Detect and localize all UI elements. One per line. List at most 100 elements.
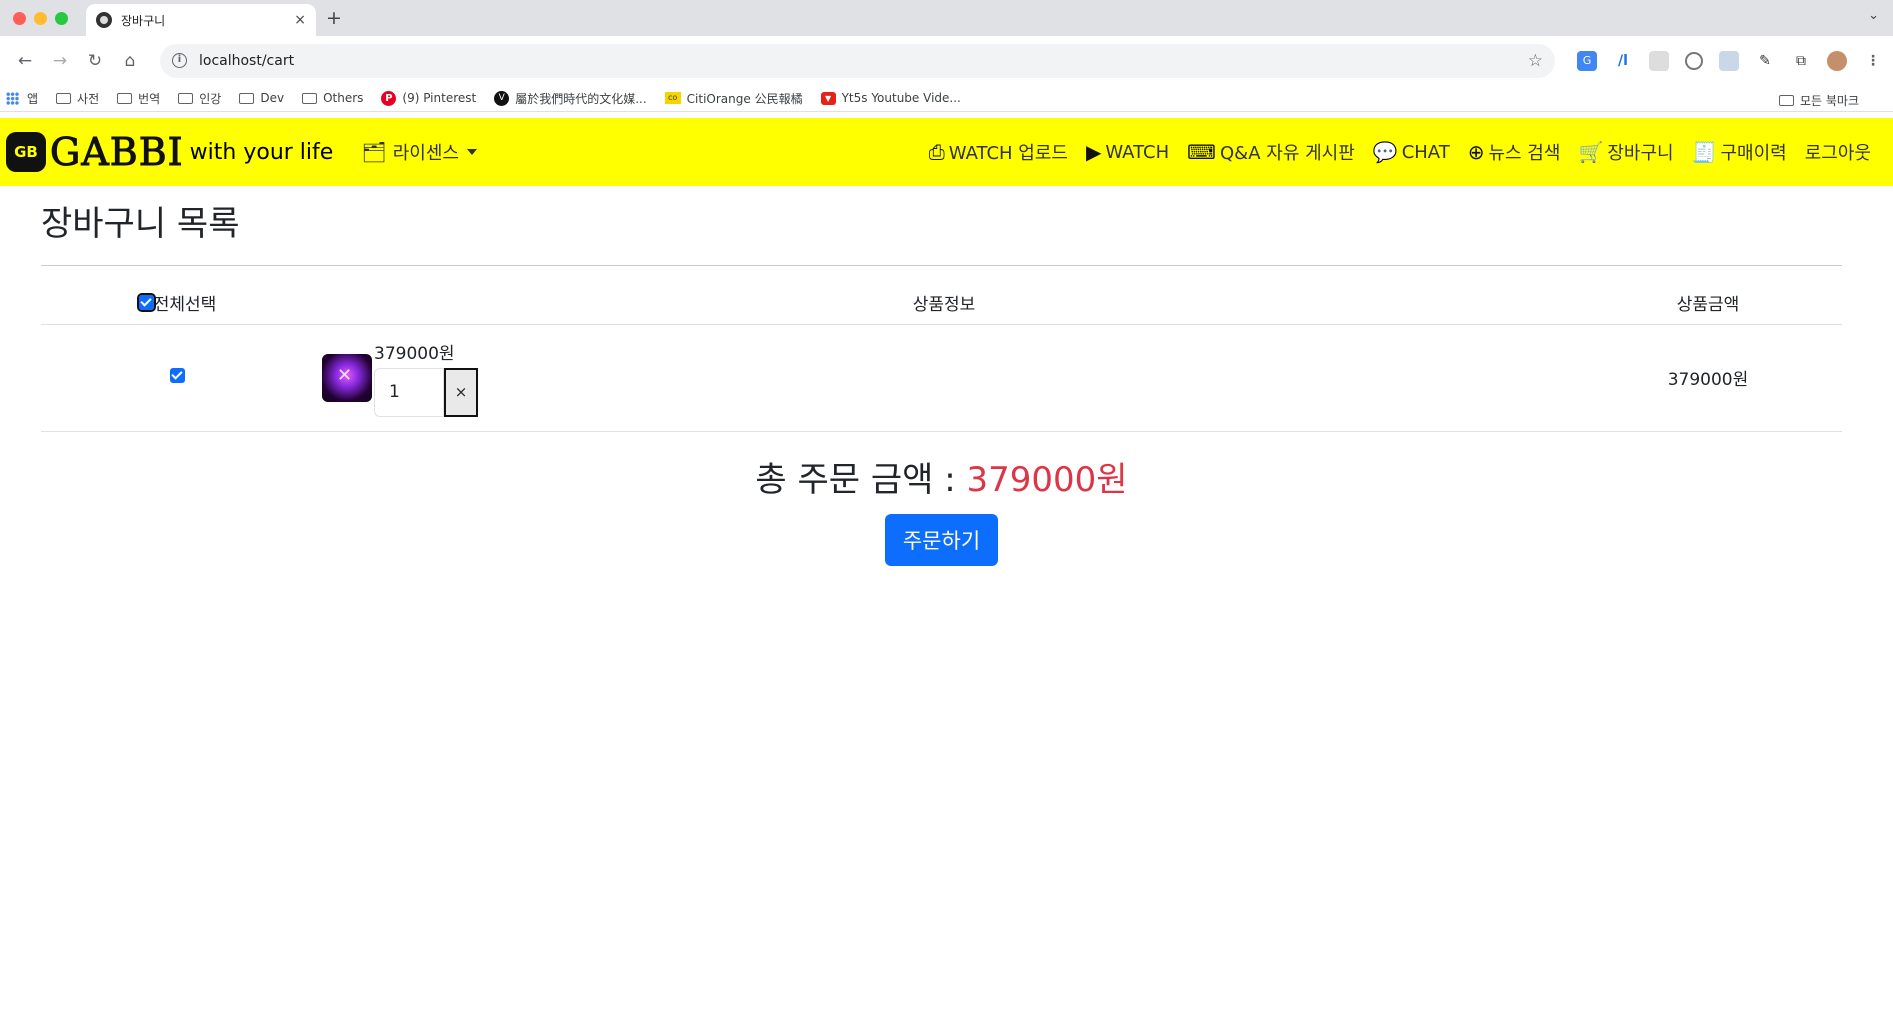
product-unit-price: 379000원 xyxy=(374,343,455,364)
nav-watch-upload[interactable]: ⎙ WATCH 업로드 xyxy=(929,139,1068,165)
bookmark-folder-dictionary[interactable]: 사전 xyxy=(56,90,99,107)
order-total: 총 주문 금액 : 379000원 xyxy=(41,452,1842,501)
bookmark-label: (9) Pinterest xyxy=(402,91,477,105)
select-all-checkbox[interactable] xyxy=(136,292,156,312)
browser-toolbar: ← → ↻ ⌂ i localhost/cart ☆ G /l ✎ ⧉ ⋮ xyxy=(0,36,1893,85)
nav-label: WATCH xyxy=(1105,141,1170,163)
license-dropdown[interactable]: 🗂 라이센스 xyxy=(361,139,477,165)
nav-watch[interactable]: ▶ WATCH xyxy=(1086,140,1169,164)
quantity-input[interactable]: 1 xyxy=(374,367,444,417)
bookmark-pinterest[interactable]: P (9) Pinterest xyxy=(381,90,477,106)
select-all-header: 전체선택 xyxy=(41,281,314,325)
item-select-cell xyxy=(41,324,314,432)
bookmark-star-icon[interactable]: ☆ xyxy=(1528,51,1543,71)
bookmark-label: CitiOrange 公民報橘 xyxy=(686,91,803,106)
analytics-extension-icon[interactable]: /l xyxy=(1613,51,1633,71)
nav-cart[interactable]: 🛒 장바구니 xyxy=(1578,139,1673,165)
chat-bubble-icon: 💬 xyxy=(1372,140,1398,164)
divider xyxy=(41,265,1842,266)
nav-logout[interactable]: 로그아웃 xyxy=(1805,139,1871,165)
nav-label: 구매이력 xyxy=(1720,143,1787,164)
window-controls xyxy=(13,12,68,25)
receipt-icon: 🧾 xyxy=(1691,140,1717,164)
bookmark-folder-lectures[interactable]: 인강 xyxy=(178,90,221,107)
globe-icon: ⊕ xyxy=(1467,140,1485,164)
nav-label: 장바구니 xyxy=(1607,143,1674,164)
gabbi-logo-icon: GB xyxy=(6,132,46,172)
nav-chat[interactable]: 💬 CHAT xyxy=(1373,140,1450,164)
folder-icon xyxy=(1778,95,1794,106)
image-extension-icon[interactable] xyxy=(1719,50,1739,71)
site-navbar: GB GABBI with your life 🗂 라이센스 ⎙ WATCH 업… xyxy=(0,118,1893,186)
brand-name: GABBI xyxy=(50,130,184,175)
page-title: 장바구니 목록 xyxy=(41,204,240,244)
bookmark-folder-others[interactable]: Others xyxy=(302,91,363,105)
site-info-icon[interactable]: i xyxy=(172,53,187,68)
order-button[interactable]: 주문하기 xyxy=(884,513,999,566)
folder-icon xyxy=(56,92,72,104)
folder-icon xyxy=(117,92,133,104)
nav-news-search[interactable]: ⊕ 뉴스 검색 xyxy=(1468,139,1561,165)
order-total-amount: 379000원 xyxy=(966,459,1128,500)
url-text[interactable]: localhost/cart xyxy=(199,53,1528,69)
more-menu-icon[interactable]: ⋮ xyxy=(1863,51,1883,71)
profile-avatar-icon[interactable] xyxy=(1827,50,1847,71)
grid-extension-icon[interactable] xyxy=(1649,50,1669,71)
translate-board-icon: ⌨ xyxy=(1187,140,1217,164)
all-bookmarks[interactable]: 모든 북마크 xyxy=(1778,92,1859,109)
nav-qna-board[interactable]: ⌨ Q&A 자유 게시판 xyxy=(1187,139,1355,165)
bookmark-label: Dev xyxy=(260,91,285,105)
bookmark-yt5s[interactable]: ▼ Yt5s Youtube Vide... xyxy=(820,91,961,105)
bookmark-label: Yt5s Youtube Vide... xyxy=(841,91,961,105)
brand-logo[interactable]: GB GABBI with your life xyxy=(6,130,333,175)
extensions-area: G /l ✎ ⧉ ⋮ xyxy=(1577,50,1883,71)
puzzle-extensions-icon[interactable]: ⧉ xyxy=(1791,51,1811,71)
bookmark-label: 사전 xyxy=(77,91,100,106)
bookmarks-bar: 앱 사전 번역 인강 Dev Others P (9) Pinterest V … xyxy=(0,85,1893,112)
folder-icon xyxy=(239,92,255,104)
bookmark-apps[interactable]: 앱 xyxy=(6,90,38,107)
main-menu: ⎙ WATCH 업로드 ▶ WATCH ⌨ Q&A 자유 게시판 💬 CHAT … xyxy=(929,139,1887,165)
address-bar[interactable]: i localhost/cart ☆ xyxy=(160,43,1555,78)
bookmark-label: 모든 북마크 xyxy=(1799,94,1859,108)
line-total: 379000원 xyxy=(1574,324,1842,432)
cart-page: 장바구니 목록 전체선택 상품정보 상품금액 ✕ 379000원 1 × 379… xyxy=(41,186,1842,566)
eyedropper-extension-icon[interactable]: ✎ xyxy=(1755,51,1775,71)
nav-label: 뉴스 검색 xyxy=(1488,143,1561,164)
pinterest-icon: P xyxy=(381,90,397,106)
nav-purchase-history[interactable]: 🧾 구매이력 xyxy=(1692,139,1787,165)
select-all-label: 전체선택 xyxy=(153,294,217,315)
tab-search-button[interactable]: ⌄ xyxy=(1868,8,1879,23)
nav-label: CHAT xyxy=(1401,141,1450,163)
yt5s-icon: ▼ xyxy=(820,91,836,105)
product-thumbnail[interactable] xyxy=(322,353,372,402)
tab-title: 장바구니 xyxy=(121,13,166,28)
reload-icon[interactable]: ↻ xyxy=(80,51,110,71)
home-icon[interactable]: ⌂ xyxy=(115,51,145,71)
back-arrow-icon[interactable]: ← xyxy=(10,51,40,71)
folder-icon xyxy=(178,92,194,104)
remove-item-button[interactable]: × xyxy=(444,367,478,417)
browser-tab-bar: 장바구니 × + ⌄ xyxy=(0,0,1893,36)
nav-label: Q&A 자유 게시판 xyxy=(1220,143,1355,164)
bookmark-culture-media[interactable]: V 屬於我們時代的文化媒... xyxy=(494,90,647,107)
new-tab-button[interactable]: + xyxy=(326,7,342,29)
browser-tab[interactable]: 장바구니 × xyxy=(86,4,316,36)
apps-icon xyxy=(6,91,19,105)
minimize-window-button[interactable] xyxy=(34,12,47,25)
item-checkbox[interactable] xyxy=(170,367,185,383)
tab-close-icon[interactable]: × xyxy=(294,12,306,28)
citiorange-icon: co xyxy=(664,92,681,104)
license-dropdown-label: 라이센스 xyxy=(392,143,459,164)
v-icon: V xyxy=(494,90,510,106)
translate-extension-icon[interactable]: G xyxy=(1577,50,1597,71)
bookmark-folder-translate[interactable]: 번역 xyxy=(117,90,160,107)
bookmark-label: 屬於我們時代的文化媒... xyxy=(515,91,647,106)
bookmark-folder-dev[interactable]: Dev xyxy=(239,91,284,105)
maximize-window-button[interactable] xyxy=(55,12,68,25)
bookmark-citiorange[interactable]: co CitiOrange 公民報橘 xyxy=(664,90,803,107)
circle-extension-icon[interactable] xyxy=(1685,51,1703,70)
product-info-header: 상품정보 xyxy=(314,281,1574,325)
close-window-button[interactable] xyxy=(13,12,26,25)
forward-arrow-icon[interactable]: → xyxy=(45,51,75,71)
